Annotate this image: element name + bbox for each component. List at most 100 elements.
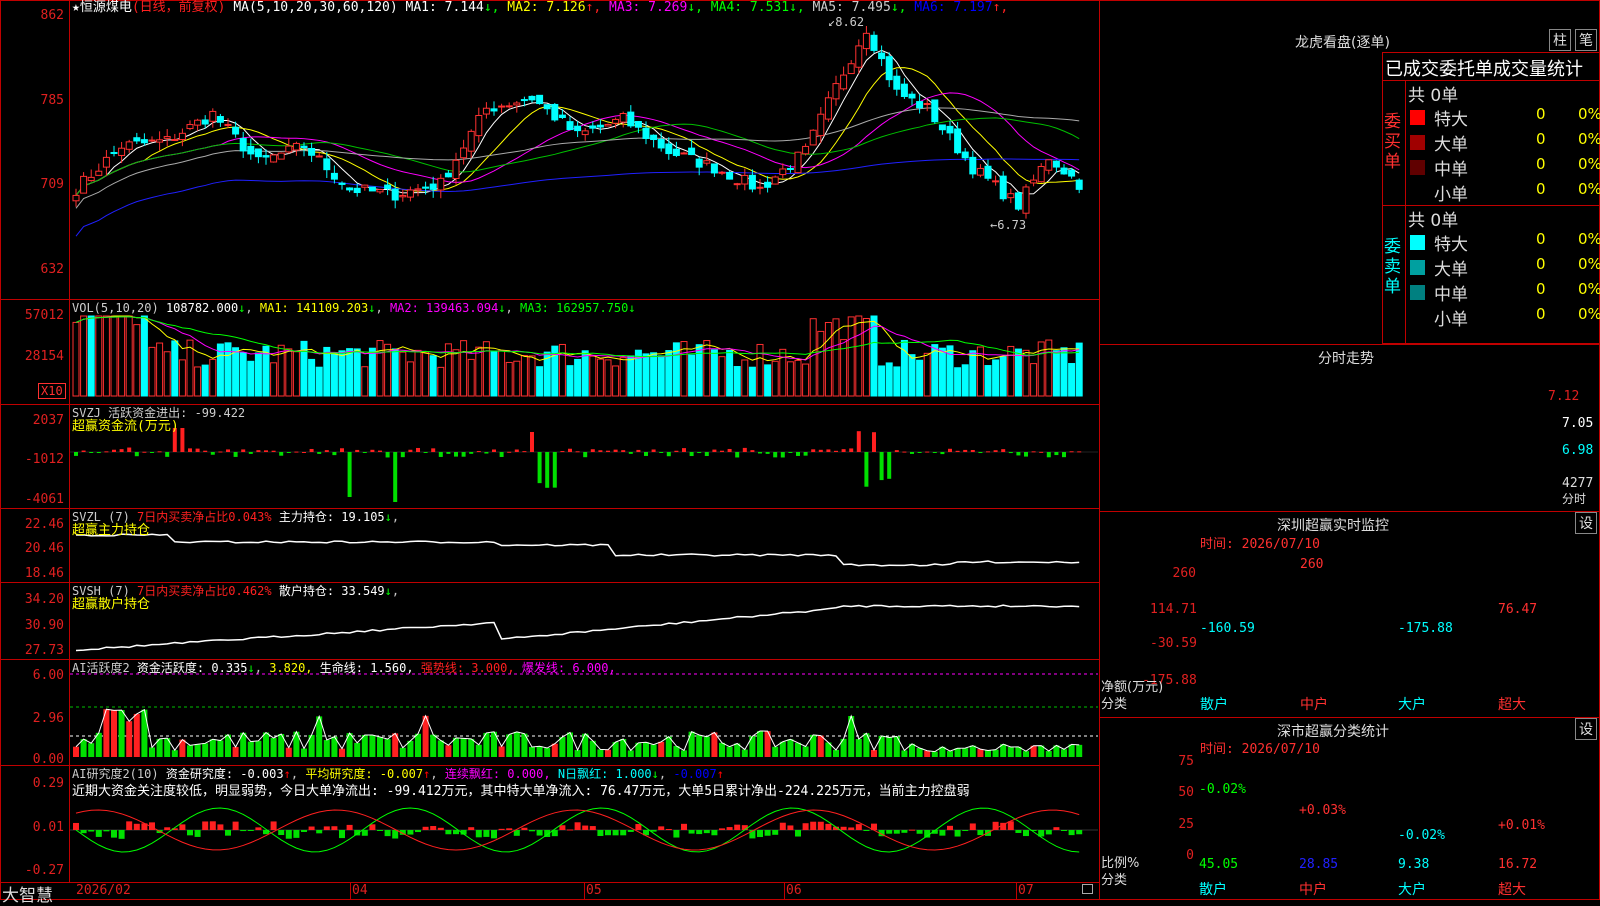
class-bar-delta: +0.01% <box>1498 818 1545 833</box>
activity-bar <box>217 740 224 757</box>
candle <box>285 145 293 153</box>
flow-bar <box>826 449 831 452</box>
flow-bar <box>1054 452 1059 456</box>
candle <box>201 119 209 125</box>
candle <box>779 168 787 176</box>
candle <box>1014 192 1022 210</box>
candle <box>756 186 764 189</box>
flow-bar <box>438 452 443 457</box>
order-color-swatch <box>1410 310 1425 325</box>
ma-arrow: ↓, <box>890 0 907 15</box>
volume-bar <box>566 365 574 397</box>
svzl-axis-label: 22.46 <box>24 517 64 532</box>
volume-bar <box>718 356 726 397</box>
research-bar <box>392 830 399 839</box>
candle <box>482 107 490 115</box>
research-bar <box>255 827 262 830</box>
volume-bar <box>1022 349 1030 397</box>
kline-chart-canvas[interactable] <box>0 0 1100 900</box>
activity-bar <box>430 734 437 757</box>
monitor-time: 时间: 2026/07/10 <box>1200 537 1320 552</box>
flow-bar <box>340 448 344 452</box>
volume-bar <box>756 343 764 397</box>
order-pct: 0% <box>1578 130 1600 148</box>
activity-bar <box>475 744 482 757</box>
activity-bar <box>551 743 558 757</box>
x-axis-tick <box>784 883 785 900</box>
bar-mode-button[interactable]: 柱 <box>1549 29 1571 51</box>
research-bar <box>658 826 665 830</box>
stock-name[interactable]: 恒源煤电 <box>80 0 132 15</box>
order-color-swatch <box>1410 260 1425 275</box>
monitor-settings-button[interactable]: 设 <box>1575 512 1597 534</box>
intraday-vol-label: 4277 <box>1562 476 1594 491</box>
svsh-axis-label: 30.90 <box>24 618 64 633</box>
volume-bar <box>178 359 186 397</box>
activity-bar <box>460 738 467 757</box>
flow-bar <box>423 452 428 453</box>
flow-bar <box>651 449 656 452</box>
research-bar <box>567 829 573 831</box>
volume-bar <box>741 359 749 397</box>
flow-bar <box>636 449 641 452</box>
candle <box>650 134 658 141</box>
class-settings-button[interactable]: 设 <box>1575 718 1597 740</box>
research-bar <box>574 822 581 830</box>
research-bar <box>863 830 870 831</box>
candle <box>1037 166 1045 183</box>
volume-bar <box>581 350 589 397</box>
order-color-swatch <box>1410 185 1425 200</box>
intraday-vol-caption: 分时 <box>1562 492 1587 506</box>
volume-bar <box>1075 342 1083 397</box>
lock-icon[interactable] <box>1082 884 1093 894</box>
activity-bar <box>977 749 984 757</box>
activity-bar <box>171 750 178 757</box>
candle <box>178 132 186 141</box>
activity-bar <box>354 742 361 757</box>
activity-bar <box>361 734 368 757</box>
flow-bar <box>142 451 147 453</box>
volume-bar <box>133 324 141 397</box>
research-bar <box>627 830 634 832</box>
research-bar <box>810 821 817 830</box>
flow-bar <box>910 452 914 454</box>
volume-bar <box>627 355 635 397</box>
research-bar <box>620 830 627 836</box>
flow-bar <box>583 452 588 458</box>
volume-bar <box>764 364 772 397</box>
research-bar <box>247 830 254 831</box>
volume-bar <box>308 358 316 397</box>
intraday-axis-label: 6.98 <box>1562 443 1594 458</box>
flow-bar <box>1039 451 1044 453</box>
ma-arrow: ↓, <box>483 0 500 15</box>
candle <box>771 176 779 185</box>
research-bar <box>909 829 915 831</box>
svzl-axis-label: 20.46 <box>24 541 64 556</box>
ma-value: MA5: 7.495 <box>804 0 891 15</box>
candle <box>688 147 696 156</box>
flow-bar <box>309 448 314 452</box>
candle <box>87 176 95 182</box>
activity-bar <box>772 746 779 757</box>
star-icon[interactable]: ★ <box>72 0 80 15</box>
candle <box>992 180 1000 183</box>
class-axis: 75 <box>1178 754 1194 769</box>
sell-side-label: 委卖单 <box>1384 237 1401 297</box>
volume-bar <box>642 353 650 397</box>
candle <box>460 147 468 159</box>
research-bar <box>285 830 292 839</box>
flow-bar <box>856 431 861 452</box>
x-axis-label: 04 <box>352 883 368 898</box>
flow-bar <box>324 450 329 452</box>
ai-activity-axis-label: 0.00 <box>32 752 64 767</box>
activity-bar <box>969 745 976 757</box>
tick-mode-button[interactable]: 笔 <box>1575 29 1597 51</box>
research-bar <box>703 830 710 834</box>
order-color-swatch <box>1410 235 1425 250</box>
flow-bar <box>256 450 261 452</box>
order-type-label: 中单 <box>1434 285 1468 305</box>
vol-axis-label: 57012 <box>24 308 64 323</box>
order-type-label: 大单 <box>1434 260 1468 280</box>
price-axis-label: 862 <box>40 8 64 23</box>
volume-bar <box>657 355 665 397</box>
